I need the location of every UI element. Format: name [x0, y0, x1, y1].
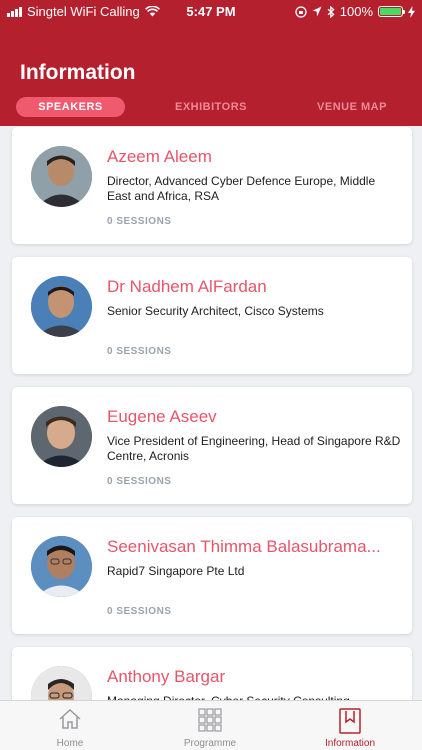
speaker-role: Senior Security Architect, Cisco Systems — [107, 304, 324, 318]
speaker-name: Seenivasan Thimma Balasubrama... — [107, 537, 381, 556]
segment-tabs: SPEAKERS EXHIBITORS VENUE MAP — [0, 97, 422, 117]
speaker-name: Anthony Bargar — [107, 667, 226, 686]
home-icon — [59, 708, 81, 729]
speaker-name: Azeem Aleem — [107, 147, 212, 166]
avatar — [31, 276, 92, 337]
tab-exhibitors[interactable]: EXHIBITORS — [158, 97, 264, 117]
session-count: 0 SESSIONS — [107, 476, 172, 487]
status-bar: Singtel WiFi Calling 5:47 PM 100% — [0, 0, 422, 24]
avatar — [31, 666, 92, 700]
bottom-tab-label: Programme — [183, 738, 237, 749]
speaker-role: Rapid7 Singapore Pte Ltd — [107, 564, 245, 578]
speaker-card[interactable]: Anthony Bargar Managing Director, Cyber … — [12, 647, 412, 700]
bottom-tab-label: Home — [56, 738, 84, 749]
bluetooth-icon — [327, 5, 335, 18]
status-right: 100% — [295, 4, 415, 19]
session-count: 0 SESSIONS — [107, 606, 172, 617]
bookmark-icon — [339, 708, 361, 734]
speaker-card[interactable]: Dr Nadhem AlFardan Senior Security Archi… — [12, 257, 412, 374]
header: Singtel WiFi Calling 5:47 PM 100% Inform… — [0, 0, 422, 126]
speaker-role: Director, Advanced Cyber Defence Europe,… — [107, 174, 376, 203]
location-icon — [312, 6, 322, 17]
tab-venue-map[interactable]: VENUE MAP — [300, 97, 404, 117]
speaker-name: Dr Nadhem AlFardan — [107, 277, 267, 296]
avatar — [31, 536, 92, 597]
speaker-card[interactable]: Seenivasan Thimma Balasubrama... Rapid7 … — [12, 517, 412, 634]
charging-icon — [408, 5, 415, 18]
rotation-lock-icon — [295, 5, 307, 18]
bottom-tab-label: Information — [324, 738, 376, 749]
tab-speakers[interactable]: SPEAKERS — [16, 97, 125, 117]
avatar — [31, 146, 92, 207]
battery-percent: 100% — [339, 4, 373, 19]
speaker-list[interactable]: Azeem Aleem Director, Advanced Cyber Def… — [0, 126, 422, 700]
speaker-card[interactable]: Eugene Aseev Vice President of Engineeri… — [12, 387, 412, 504]
page-title: Information — [20, 61, 136, 84]
bottom-tab-bar: Home Programme Information — [0, 700, 422, 750]
speaker-name: Eugene Aseev — [107, 407, 217, 426]
avatar — [31, 406, 92, 467]
session-count: 0 SESSIONS — [107, 216, 172, 227]
grid-icon — [198, 708, 222, 732]
bottom-tab-information[interactable]: Information — [280, 701, 420, 750]
session-count: 0 SESSIONS — [107, 346, 172, 357]
speaker-role: Vice President of Engineering, Head of S… — [107, 434, 401, 463]
bottom-tab-home[interactable]: Home — [0, 701, 140, 750]
speaker-card[interactable]: Azeem Aleem Director, Advanced Cyber Def… — [12, 127, 412, 244]
bottom-tab-programme[interactable]: Programme — [140, 701, 280, 750]
battery-icon — [378, 6, 405, 17]
